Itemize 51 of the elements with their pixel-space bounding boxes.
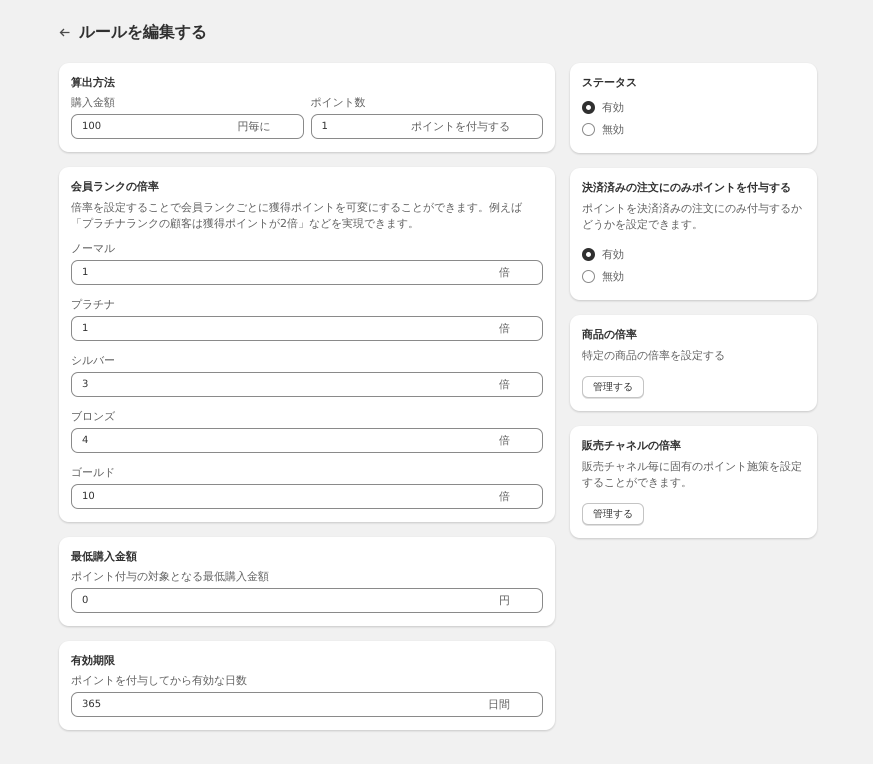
field-label: プラチナ — [71, 298, 116, 312]
card-title: ステータス — [582, 76, 638, 90]
input-field[interactable]: 0 円 — [71, 588, 543, 613]
card-description: ポイントを決済済みの注文にのみ付与するかどうかを設定できます。 — [582, 201, 803, 233]
field-label: ゴールド — [71, 466, 116, 480]
card-title: 決済済みの注文にのみポイントを付与する — [582, 181, 792, 195]
radio-button[interactable] — [582, 270, 595, 282]
card-title: 会員ランクの倍率 — [71, 180, 160, 194]
card-title: 販売チャネルの倍率 — [582, 439, 682, 453]
back-arrow-icon[interactable] — [59, 28, 70, 36]
unit-label: 円毎に — [238, 119, 270, 134]
radio-button[interactable] — [582, 100, 595, 114]
card-title: 有効期限 — [71, 654, 116, 668]
radio-label[interactable]: 無効 — [602, 122, 624, 136]
unit-label: 倍 — [499, 377, 510, 392]
input-field[interactable]: 10 倍 — [71, 484, 543, 509]
input-field[interactable]: 1 倍 — [71, 316, 543, 341]
card-description: 販売チャネル毎に固有のポイント施策を設定することができます。 — [582, 459, 803, 491]
card-title: 商品の倍率 — [582, 328, 638, 342]
field-label: ブロンズ — [71, 410, 116, 424]
input-field[interactable]: 1 ポイントを付与する — [310, 114, 543, 139]
unit-label: ポイントを付与する — [411, 119, 510, 134]
unit-label: 倍 — [499, 433, 510, 448]
unit-label: 倍 — [499, 265, 510, 280]
field-label: ポイント数 — [310, 96, 366, 110]
radio-label[interactable]: 有効 — [602, 246, 624, 262]
field-label: ポイントを付与してから有効な日数 — [71, 674, 248, 688]
card-description: 特定の商品の倍率を設定する — [582, 348, 726, 364]
input-field[interactable]: 1 倍 — [71, 260, 543, 285]
radio-label[interactable]: 無効 — [602, 268, 624, 284]
field-label: ノーマル — [71, 242, 116, 256]
radio-label[interactable]: 有効 — [602, 100, 624, 114]
manage-button[interactable]: 管理する — [582, 503, 644, 525]
input-field[interactable]: 4 倍 — [71, 428, 543, 453]
card-title: 最低購入金額 — [71, 550, 138, 564]
field-label: ポイント付与の対象となる最低購入金額 — [71, 570, 270, 584]
input-field[interactable]: 3 倍 — [71, 372, 543, 397]
unit-label: 倍 — [499, 321, 510, 336]
radio-button[interactable] — [582, 122, 595, 136]
field-label: シルバー — [71, 354, 116, 368]
input-field[interactable]: 365 日間 — [71, 692, 543, 717]
unit-label: 円 — [499, 593, 510, 608]
field-label: 購入金額 — [71, 96, 116, 110]
card-title: 算出方法 — [71, 76, 116, 90]
input-field[interactable]: 100 円毎に — [71, 114, 304, 139]
card-description: 倍率を設定することで会員ランクごとに獲得ポイントを可変にすることができます。例えば「プラチナランクの顧客は獲得ポイントが2倍」などを実現できます。 — [71, 200, 524, 232]
page-title: ルールを編集する — [79, 22, 207, 42]
unit-label: 日間 — [488, 697, 510, 712]
manage-button[interactable]: 管理する — [582, 376, 644, 398]
unit-label: 倍 — [499, 489, 510, 504]
radio-button[interactable] — [582, 248, 595, 260]
